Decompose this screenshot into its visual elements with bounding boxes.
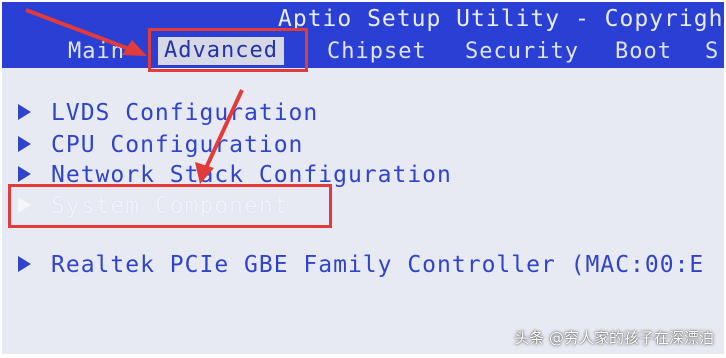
menu-item-cpu-configuration[interactable]: CPU Configuration [18, 132, 303, 158]
tab-s-partial[interactable]: S [705, 39, 719, 64]
watermark-text: 头条 @穷人家的孩子在深漂泊 [514, 329, 714, 347]
tab-boot[interactable]: Boot [615, 39, 672, 64]
header-bar: Aptio Setup Utility - Copyrigh Main Adva… [2, 2, 724, 68]
bios-screen: Aptio Setup Utility - Copyrigh Main Adva… [2, 2, 724, 354]
expand-triangle-icon [18, 255, 31, 272]
expand-triangle-icon [18, 103, 31, 120]
menu-panel: LVDS Configuration CPU Configuration Net… [2, 68, 724, 354]
expand-triangle-icon [18, 196, 31, 213]
menu-item-lvds-configuration[interactable]: LVDS Configuration [18, 100, 318, 126]
expand-triangle-icon [18, 165, 31, 182]
tab-main[interactable]: Main [68, 39, 125, 64]
tab-advanced[interactable]: Advanced [158, 37, 284, 65]
tab-chipset[interactable]: Chipset [327, 39, 427, 64]
utility-title: Aptio Setup Utility - Copyrigh [278, 6, 724, 32]
tab-security[interactable]: Security [465, 39, 579, 64]
menu-item-realtek-controller[interactable]: Realtek PCIe GBE Family Controller (MAC:… [18, 252, 704, 278]
menu-item-network-stack-configuration[interactable]: Network Stack Configuration [18, 162, 452, 188]
menu-item-system-component[interactable]: System Component [18, 193, 289, 219]
expand-triangle-icon [18, 135, 31, 152]
